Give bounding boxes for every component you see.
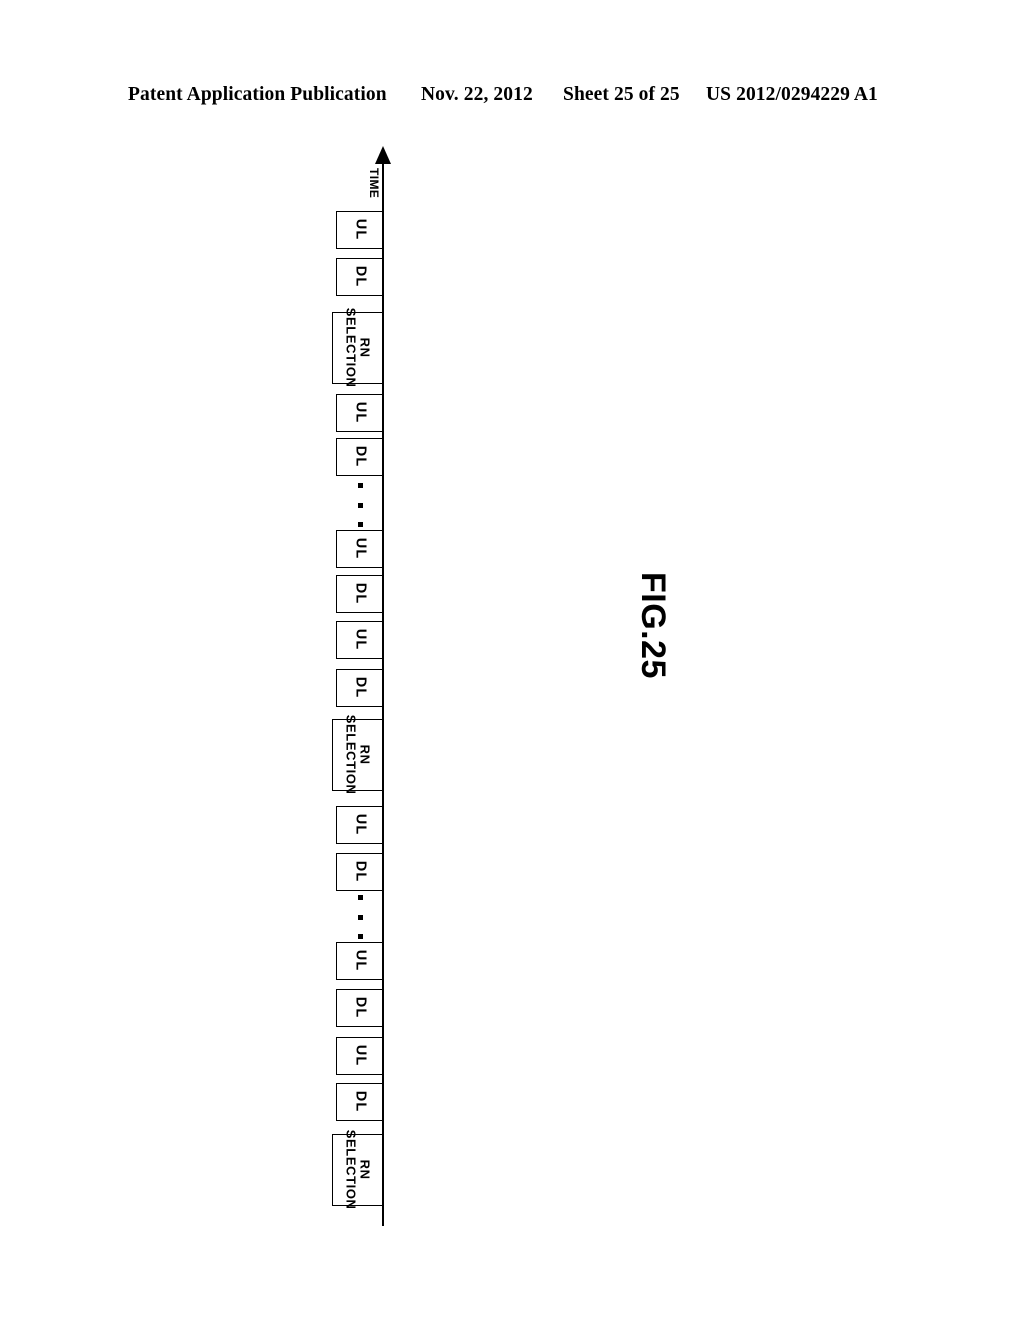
uplink-slot-label: UL — [352, 1045, 369, 1067]
rn-selection-slot-label: RN SELECTION — [343, 715, 373, 795]
uplink-slot-label: UL — [352, 538, 369, 560]
downlink-slot-label: DL — [352, 861, 369, 883]
uplink-slot: UL — [336, 394, 383, 432]
uplink-slot-label: UL — [352, 629, 369, 651]
uplink-slot-label: UL — [352, 402, 369, 424]
rn-selection-slot-label: RN SELECTION — [343, 1130, 373, 1210]
figure-25-timeline-diagram: TIME UL DL RN SELECTION UL DL UL DL UL DL RN SELECT… — [0, 0, 1024, 1320]
downlink-slot-label: DL — [352, 997, 369, 1019]
ellipsis-icon — [352, 895, 368, 939]
rn-selection-slot: RN SELECTION — [332, 715, 383, 795]
uplink-slot: UL — [336, 211, 383, 249]
uplink-slot: UL — [336, 530, 383, 568]
uplink-slot-label: UL — [352, 219, 369, 241]
downlink-slot: DL — [336, 989, 383, 1027]
figure-number-label: FIG.25 — [634, 572, 672, 679]
uplink-slot: UL — [336, 942, 383, 980]
rn-selection-slot-label: RN SELECTION — [343, 308, 373, 388]
downlink-slot-label: DL — [352, 446, 369, 468]
uplink-slot: UL — [336, 621, 383, 659]
downlink-slot: DL — [336, 853, 383, 891]
downlink-slot: DL — [336, 575, 383, 613]
uplink-slot: UL — [336, 806, 383, 844]
downlink-slot-label: DL — [352, 677, 369, 699]
uplink-slot-label: UL — [352, 950, 369, 972]
ellipsis-icon — [352, 483, 368, 527]
rn-selection-slot: RN SELECTION — [332, 308, 383, 388]
downlink-slot-label: DL — [352, 583, 369, 605]
time-axis-label: TIME — [367, 168, 381, 199]
rn-selection-slot: RN SELECTION — [332, 1130, 383, 1210]
downlink-slot-label: DL — [352, 1091, 369, 1113]
downlink-slot: DL — [336, 1083, 383, 1121]
downlink-slot: DL — [336, 258, 383, 296]
downlink-slot: DL — [336, 669, 383, 707]
downlink-slot: DL — [336, 438, 383, 476]
uplink-slot: UL — [336, 1037, 383, 1075]
downlink-slot-label: DL — [352, 266, 369, 288]
uplink-slot-label: UL — [352, 814, 369, 836]
